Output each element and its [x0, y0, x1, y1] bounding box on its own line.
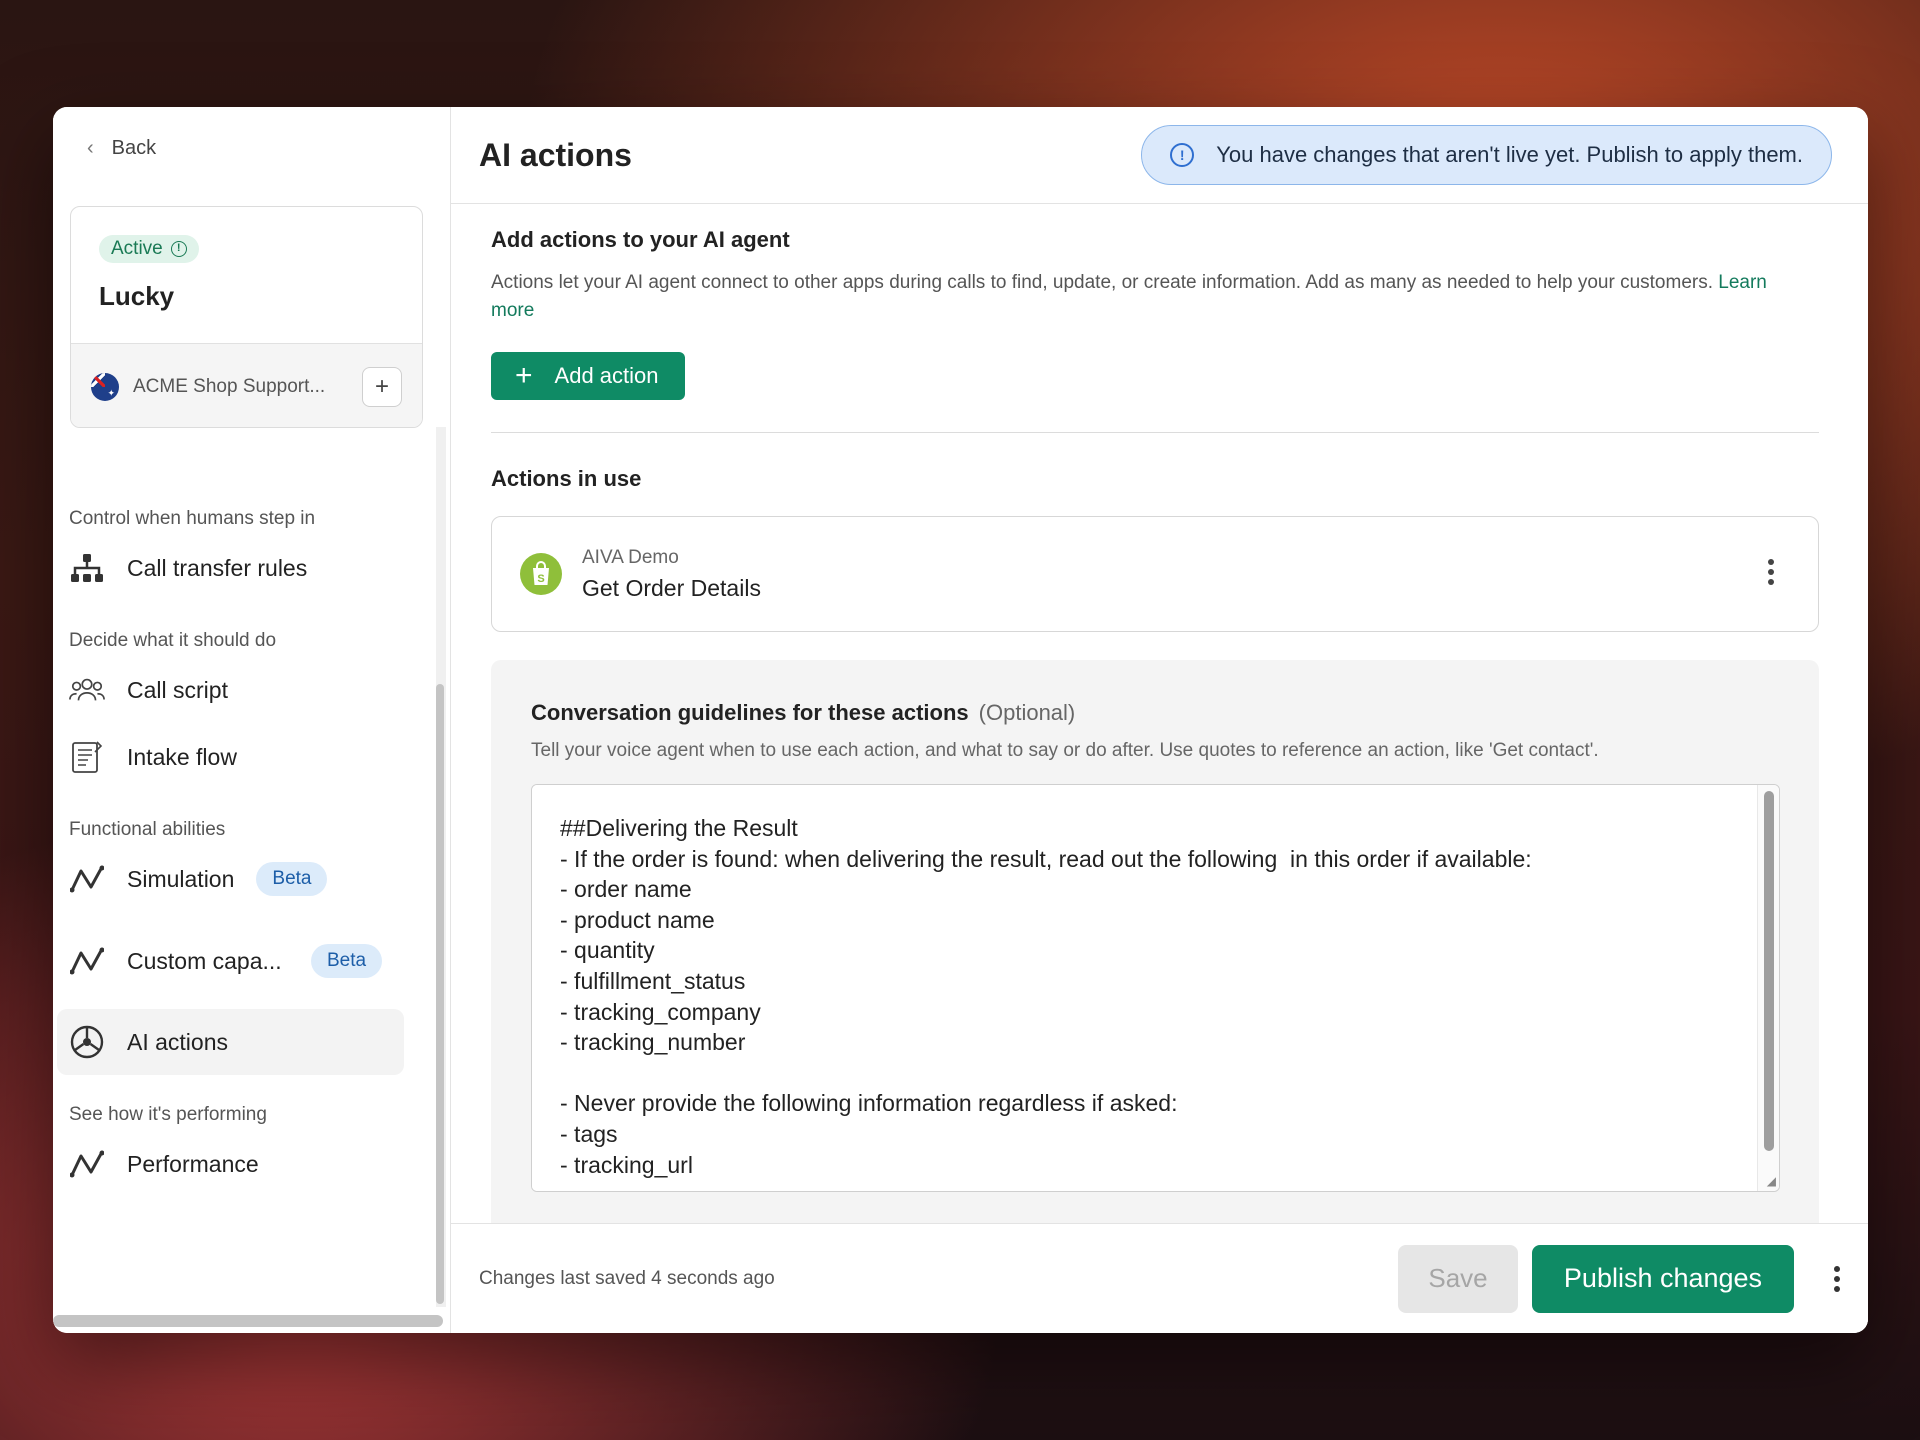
plus-icon: +: [515, 359, 533, 392]
section-label: Control when humans step in: [69, 508, 316, 529]
action-source: AIVA Demo: [582, 546, 679, 568]
info-icon: !: [1170, 143, 1195, 167]
info-icon[interactable]: !: [170, 241, 187, 257]
sidebar-item-call-transfer-rules[interactable]: Call transfer rules: [57, 535, 404, 601]
sidebar-item-label: Call transfer rules: [127, 554, 308, 581]
add-action-label: Add action: [554, 363, 659, 388]
main-panel: AI actions ! You have changes that aren'…: [451, 107, 1868, 1333]
back-link[interactable]: ‹ Back: [87, 137, 156, 160]
beta-badge: Beta: [256, 862, 328, 896]
australia-flag-icon: [91, 372, 119, 401]
action-card[interactable]: S AIVA Demo Get Order Details: [491, 516, 1819, 632]
sidebar-item-custom-capabilities[interactable]: Custom capa... Beta: [57, 928, 404, 994]
back-label: Back: [111, 137, 157, 159]
page-title: AI actions: [479, 136, 632, 173]
beta-badge: Beta: [311, 944, 383, 978]
sidebar-item-label: Performance: [127, 1150, 259, 1177]
sidebar-item-label: Intake flow: [127, 743, 237, 770]
guidelines-panel: Conversation guidelines for these action…: [491, 660, 1819, 1240]
notice-text: You have changes that aren't live yet. P…: [1216, 142, 1803, 167]
ai-actions-icon: [69, 1024, 105, 1060]
guidelines-textarea-wrap: ##Delivering the Result - If the order i…: [531, 784, 1780, 1192]
hierarchy-icon: [69, 550, 105, 586]
section-label: Decide what it should do: [69, 630, 277, 651]
status-badge: Active !: [99, 235, 199, 263]
add-org-button[interactable]: +: [362, 366, 402, 407]
trend-icon: [69, 943, 105, 979]
sidebar-horizontal-scrollbar[interactable]: [53, 1315, 443, 1327]
sidebar-item-label: AI actions: [127, 1028, 228, 1055]
save-button[interactable]: Save: [1398, 1244, 1518, 1313]
guidelines-description: Tell your voice agent when to use each a…: [531, 740, 1599, 761]
add-actions-heading: Add actions to your AI agent: [491, 227, 790, 252]
sidebar-item-intake-flow[interactable]: Intake flow: [57, 724, 404, 790]
divider: [491, 432, 1819, 433]
org-name[interactable]: ACME Shop Support...: [133, 376, 348, 398]
sidebar-scrollbar-thumb[interactable]: [436, 684, 444, 1304]
chevron-left-icon: ‹: [87, 137, 94, 159]
publish-changes-button[interactable]: Publish changes: [1532, 1244, 1794, 1313]
sidebar-item-simulation[interactable]: Simulation Beta: [57, 846, 404, 912]
actions-in-use-heading: Actions in use: [491, 466, 642, 491]
agent-name: Lucky: [99, 281, 175, 311]
guidelines-title-text: Conversation guidelines for these action…: [531, 700, 969, 725]
action-name: Get Order Details: [582, 574, 761, 601]
sidebar-item-label: Call script: [127, 676, 228, 703]
section-label: Functional abilities: [69, 819, 226, 840]
last-saved-text: Changes last saved 4 seconds ago: [479, 1267, 775, 1289]
sidebar-nav: Control when humans step in Call transfe…: [53, 427, 451, 1327]
add-action-button[interactable]: + Add action: [491, 352, 685, 400]
trend-icon: [69, 861, 105, 897]
shopify-icon: S: [520, 553, 562, 595]
guidelines-textarea[interactable]: ##Delivering the Result - If the order i…: [532, 785, 1742, 1191]
svg-text:S: S: [537, 573, 544, 585]
add-actions-description: Actions let your AI agent connect to oth…: [491, 269, 1771, 325]
sidebar-item-call-script[interactable]: Call script: [57, 657, 404, 723]
form-icon: [69, 739, 105, 775]
more-options-icon[interactable]: [1834, 1265, 1840, 1292]
more-options-icon[interactable]: [1768, 559, 1774, 585]
sidebar: ‹ Back Active ! Lucky ACME Shop Support.…: [53, 107, 451, 1333]
optional-label: (Optional): [978, 700, 1076, 725]
main-header: AI actions ! You have changes that aren'…: [451, 107, 1868, 204]
app-window: ‹ Back Active ! Lucky ACME Shop Support.…: [53, 107, 1868, 1333]
people-icon: [69, 672, 105, 708]
section-label: See how it's performing: [69, 1104, 267, 1125]
description-text: Actions let your AI agent connect to oth…: [491, 272, 1713, 293]
textarea-scrollbar[interactable]: [1757, 785, 1779, 1191]
unpublished-notice: ! You have changes that aren't live yet.…: [1141, 125, 1832, 185]
agent-card: Active ! Lucky ACME Shop Support... +: [70, 206, 423, 428]
sidebar-item-performance[interactable]: Performance: [57, 1131, 404, 1197]
guidelines-title: Conversation guidelines for these action…: [531, 700, 1779, 726]
content: Add actions to your AI agent Actions let…: [491, 204, 1821, 1240]
trend-icon: [69, 1146, 105, 1182]
sidebar-item-label: Simulation: [127, 865, 235, 892]
sidebar-item-ai-actions[interactable]: AI actions: [57, 1009, 404, 1075]
status-label: Active: [111, 238, 163, 259]
resize-handle-icon[interactable]: ◢: [1767, 1174, 1776, 1188]
footer-bar: Changes last saved 4 seconds ago Save Pu…: [451, 1223, 1868, 1333]
sidebar-item-label: Custom capa...: [127, 947, 282, 974]
